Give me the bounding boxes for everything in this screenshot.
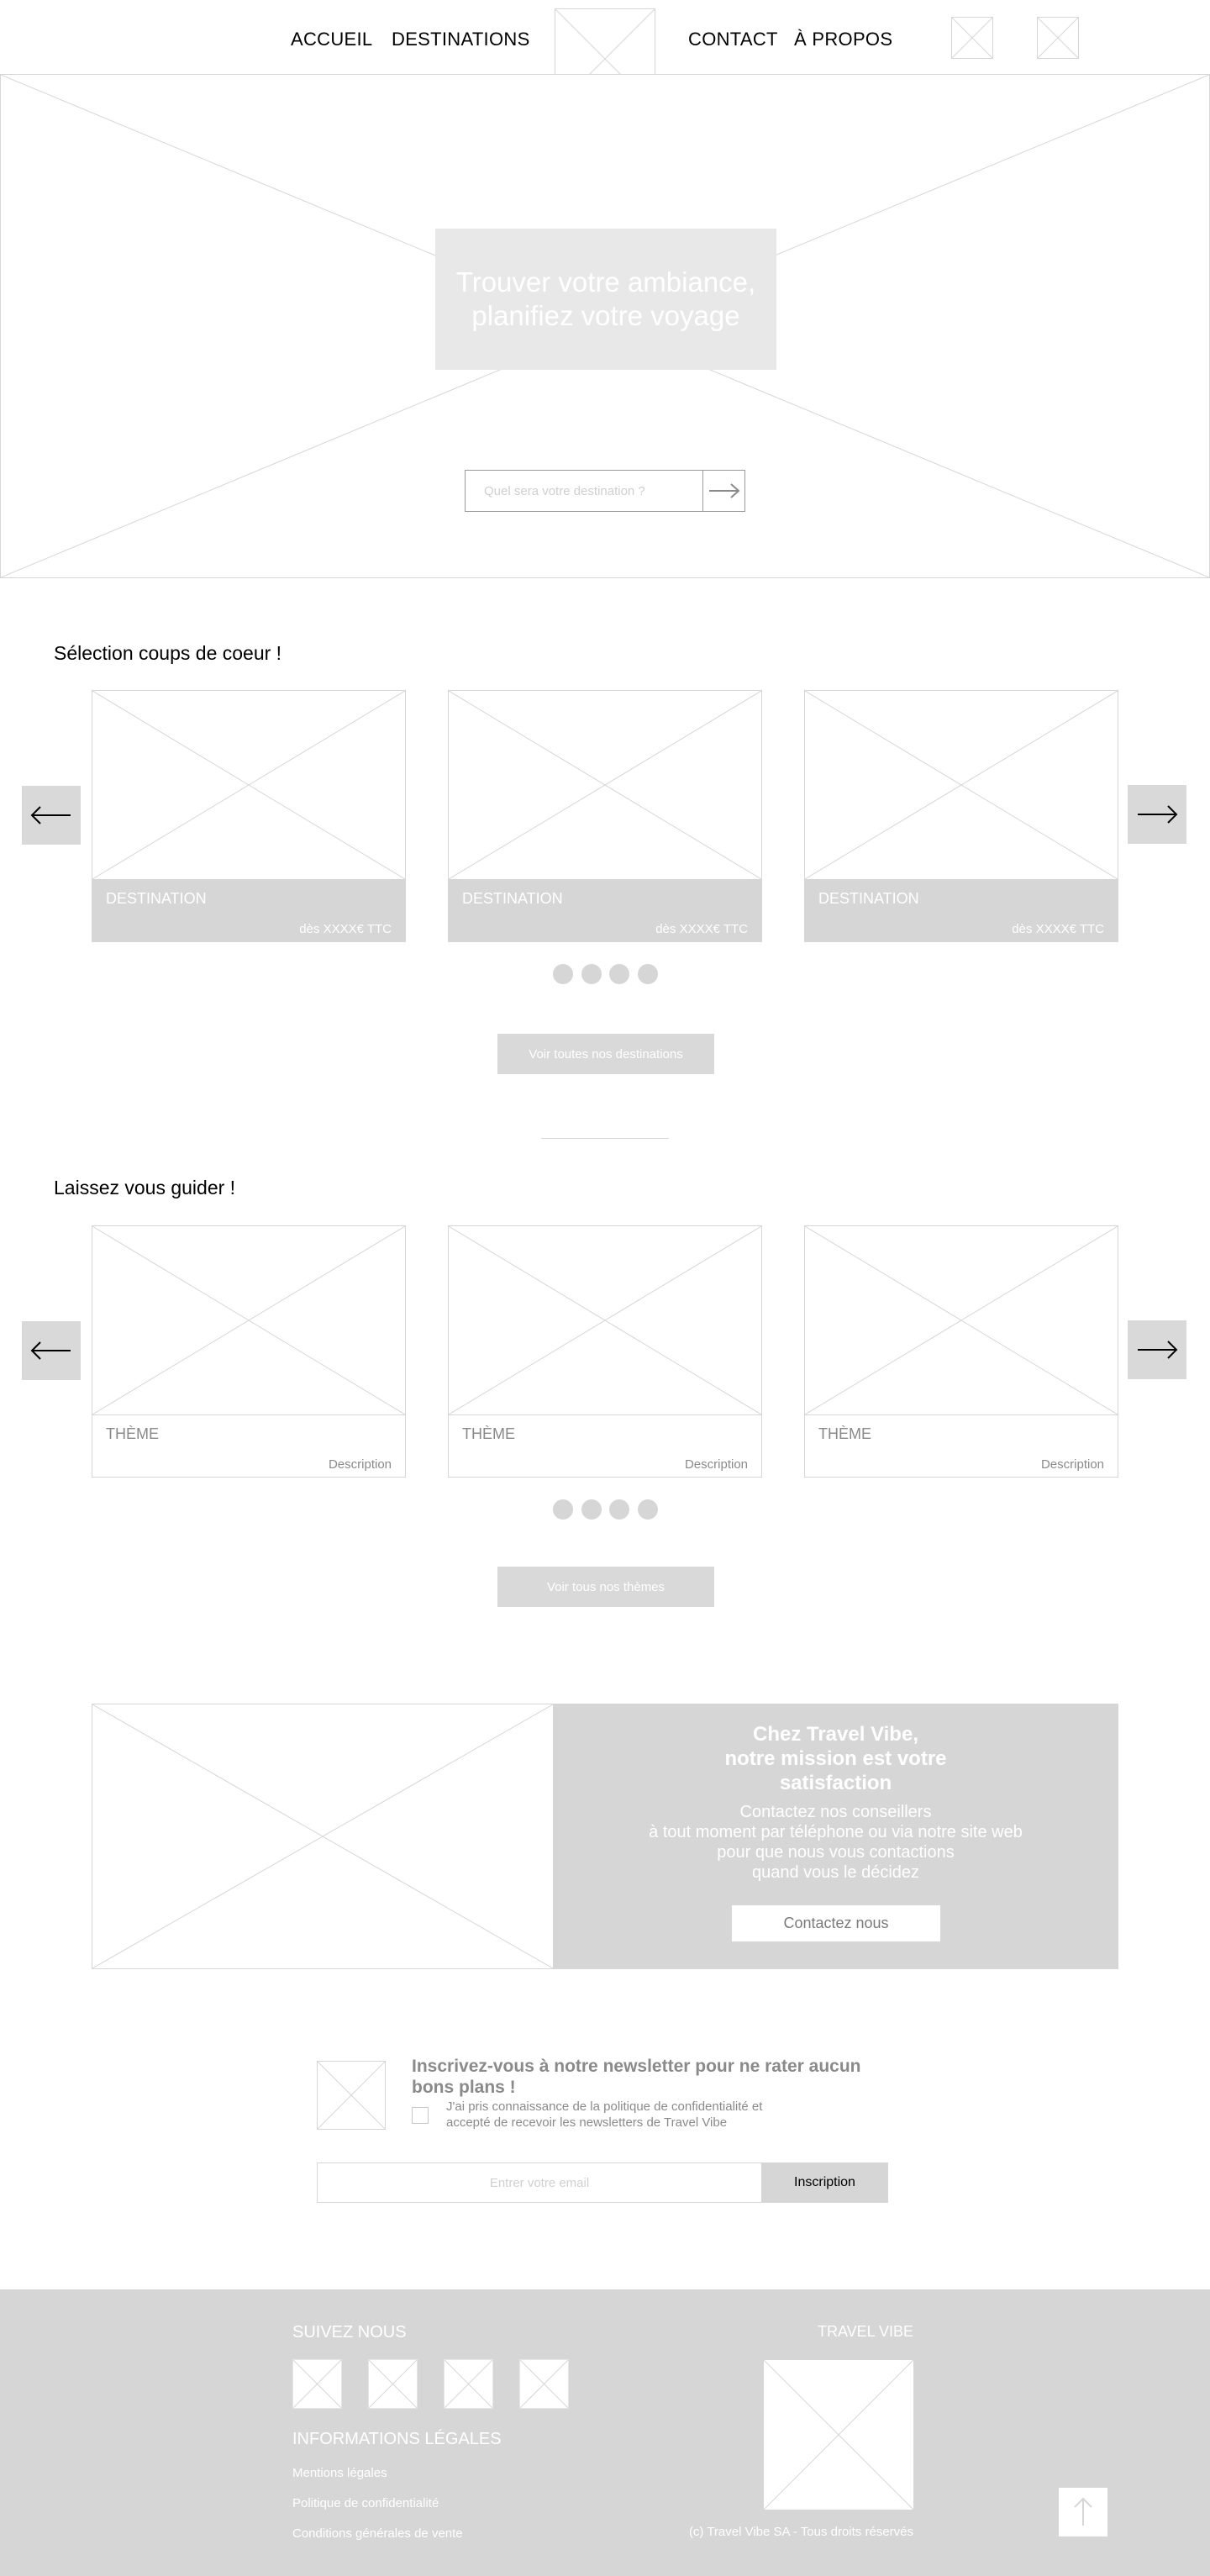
social-icon-1[interactable]	[292, 2359, 342, 2409]
destination-price: dès XXXX€ TTC	[299, 922, 392, 936]
arrow-right-icon	[1138, 805, 1178, 824]
destination-search	[465, 470, 745, 512]
contact-us-button[interactable]: Contactez nous	[732, 1905, 940, 1941]
carousel-dot[interactable]	[638, 1499, 658, 1520]
theme-card[interactable]: THÈME Description	[448, 1225, 762, 1478]
arrow-right-icon	[1138, 1341, 1178, 1359]
theme-name: THÈME	[818, 1425, 871, 1442]
mission-text: Contactez nos conseillers à tout moment …	[649, 1803, 1023, 1882]
theme-description: Description	[328, 1457, 392, 1472]
copyright: (c) Travel Vibe SA - Tous droits réservé…	[688, 2525, 913, 2539]
theme-description: Description	[1040, 1457, 1104, 1472]
newsletter-email-field	[317, 2162, 762, 2203]
legal-notice-link[interactable]: Mentions légales	[292, 2466, 387, 2480]
arrow-right-icon	[708, 483, 740, 498]
destination-name: DESTINATION	[462, 890, 563, 907]
card-image-placeholder	[92, 691, 405, 879]
destination-price: dès XXXX€ TTC	[1012, 922, 1104, 936]
search-submit-button[interactable]	[702, 471, 744, 511]
privacy-policy-link[interactable]: Politique de confidentialité	[292, 2496, 439, 2510]
footer-brand: TRAVEL VIBE	[817, 2323, 913, 2340]
favorites-next-button[interactable]	[1128, 785, 1186, 844]
nav-destinations[interactable]: DESTINATIONS	[392, 29, 530, 50]
theme-name: THÈME	[106, 1425, 159, 1442]
favorites-prev-button[interactable]	[22, 786, 81, 845]
carousel-dot[interactable]	[638, 964, 658, 984]
carousel-dot[interactable]	[553, 964, 573, 984]
destination-name: DESTINATION	[106, 890, 207, 907]
newsletter-image-placeholder	[317, 2061, 386, 2130]
social-icon-4[interactable]	[519, 2359, 569, 2409]
destination-card[interactable]: DESTINATION dès XXXX€ TTC	[804, 690, 1118, 942]
arrow-left-icon	[30, 806, 71, 824]
arrow-up-icon	[1074, 2497, 1092, 2526]
all-themes-button[interactable]: Voir tous nos thèmes	[497, 1567, 714, 1607]
theme-name: THÈME	[462, 1425, 515, 1442]
hero-title-box: Trouver votre ambiance, planifiez votre …	[435, 229, 776, 370]
card-image-placeholder	[449, 1226, 761, 1414]
carousel-dot[interactable]	[609, 964, 629, 984]
terms-of-sale-link[interactable]: Conditions générales de vente	[292, 2526, 463, 2541]
section-divider	[541, 1138, 669, 1139]
nav-accueil[interactable]: ACCUEIL	[291, 29, 372, 50]
favorites-title: Sélection coups de coeur !	[54, 642, 282, 664]
mission-panel: Chez Travel Vibe, notre mission est votr…	[553, 1704, 1118, 1969]
card-image-placeholder	[92, 1226, 405, 1414]
card-image-placeholder	[805, 691, 1118, 879]
carousel-dot[interactable]	[609, 1499, 629, 1520]
mission-image-placeholder	[92, 1704, 554, 1969]
nav-contact[interactable]: CONTACT	[688, 29, 778, 50]
header-icon-1[interactable]	[951, 17, 993, 59]
theme-description: Description	[684, 1457, 748, 1472]
theme-card[interactable]: THÈME Description	[804, 1225, 1118, 1478]
footer-logo-placeholder	[764, 2360, 913, 2510]
site-footer: SUIVEZ NOUS TRAVEL VIBE INFORMATIONS LÉG…	[0, 2289, 1210, 2576]
themes-prev-button[interactable]	[22, 1321, 81, 1380]
destination-price: dès XXXX€ TTC	[655, 922, 748, 936]
consent-checkbox[interactable]	[412, 2107, 429, 2124]
destination-search-input[interactable]	[466, 471, 702, 511]
theme-card[interactable]: THÈME Description	[92, 1225, 406, 1478]
follow-us-title: SUIVEZ NOUS	[292, 2323, 407, 2342]
hero-title: Trouver votre ambiance, planifiez votre …	[455, 266, 756, 331]
header-icon-2[interactable]	[1037, 17, 1079, 59]
mission-title: Chez Travel Vibe, notre mission est votr…	[724, 1723, 947, 1794]
destination-card[interactable]: DESTINATION dès XXXX€ TTC	[448, 690, 762, 942]
card-image-placeholder	[449, 691, 761, 879]
newsletter-title: Inscrivez-vous à notre newsletter pour n…	[412, 2057, 861, 2097]
themes-title: Laissez vous guider !	[54, 1177, 236, 1198]
back-to-top-button[interactable]	[1059, 2488, 1107, 2536]
newsletter-email-input[interactable]	[318, 2163, 761, 2202]
destination-name: DESTINATION	[818, 890, 919, 907]
card-image-placeholder	[805, 1226, 1118, 1414]
carousel-dot[interactable]	[581, 964, 602, 984]
newsletter-subscribe-button[interactable]: Inscription	[761, 2162, 888, 2203]
social-icon-2[interactable]	[368, 2359, 418, 2409]
nav-a-propos[interactable]: À PROPOS	[794, 29, 892, 50]
social-icon-3[interactable]	[444, 2359, 493, 2409]
legal-info-title: INFORMATIONS LÉGALES	[292, 2430, 502, 2448]
destination-card[interactable]: DESTINATION dès XXXX€ TTC	[92, 690, 406, 942]
themes-next-button[interactable]	[1128, 1320, 1186, 1379]
carousel-dot[interactable]	[553, 1499, 573, 1520]
consent-label: J'ai pris connaissance de la politique d…	[446, 2099, 763, 2130]
carousel-dot[interactable]	[581, 1499, 602, 1520]
arrow-left-icon	[30, 1341, 71, 1360]
all-destinations-button[interactable]: Voir toutes nos destinations	[497, 1034, 714, 1074]
